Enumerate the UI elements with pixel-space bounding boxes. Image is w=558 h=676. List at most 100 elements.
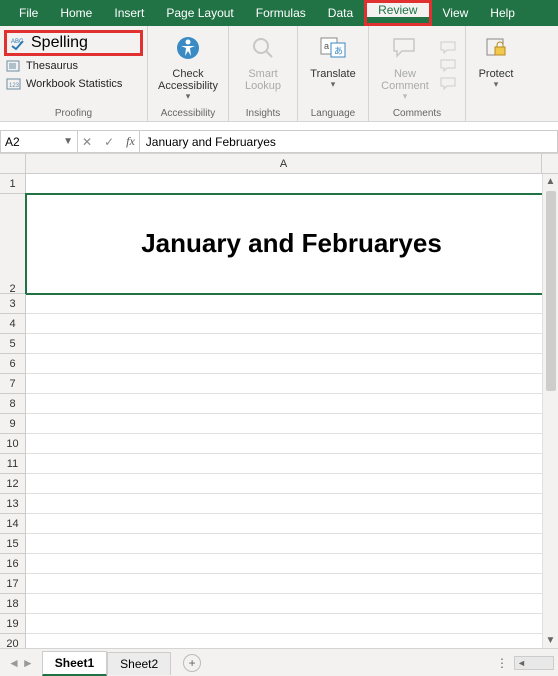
menu-page-layout[interactable]: Page Layout xyxy=(155,0,244,26)
cell-a3[interactable] xyxy=(26,294,558,314)
sheet-options-icon[interactable]: ⋮ xyxy=(490,656,514,670)
row-header-17[interactable]: 17 xyxy=(0,574,26,594)
name-box-value: A2 xyxy=(5,135,20,149)
cell-a16[interactable] xyxy=(26,554,558,574)
row-header-5[interactable]: 5 xyxy=(0,334,26,354)
sheet-tab-2[interactable]: Sheet2 xyxy=(107,652,171,675)
workbook-statistics-icon: 123 xyxy=(6,77,22,91)
column-header-a[interactable]: A xyxy=(26,154,542,174)
cell-a14[interactable] xyxy=(26,514,558,534)
row-header-20[interactable]: 20 xyxy=(0,634,26,648)
protect-button[interactable]: Protect ▾ xyxy=(470,28,522,89)
cell-a11[interactable] xyxy=(26,454,558,474)
menu-help[interactable]: Help xyxy=(479,0,526,26)
row-header-15[interactable]: 15 xyxy=(0,534,26,554)
scroll-thumb[interactable] xyxy=(546,191,556,391)
sheet-next-icon[interactable]: ► xyxy=(22,656,34,670)
horizontal-scrollbar[interactable]: ◄ xyxy=(514,656,554,670)
sheet-nav-arrows: ◄ ► xyxy=(0,656,42,670)
row-8: 8 xyxy=(0,394,558,414)
cell-a6[interactable] xyxy=(26,354,558,374)
cell-a15[interactable] xyxy=(26,534,558,554)
cell-a7[interactable] xyxy=(26,374,558,394)
fx-icon[interactable]: fx xyxy=(126,134,135,149)
row-header-19[interactable]: 19 xyxy=(0,614,26,634)
enter-formula-icon[interactable]: ✓ xyxy=(104,135,114,149)
menu-home[interactable]: Home xyxy=(49,0,103,26)
group-proofing: ABC Spelling Thesaurus 123 Workbook Stat… xyxy=(0,26,148,121)
translate-button[interactable]: aあ Translate ▾ xyxy=(302,28,364,89)
row-header-12[interactable]: 12 xyxy=(0,474,26,494)
workbook-statistics-button[interactable]: 123 Workbook Statistics xyxy=(4,76,143,92)
svg-text:あ: あ xyxy=(334,46,343,56)
select-all-corner[interactable] xyxy=(0,154,26,174)
cancel-formula-icon[interactable]: ✕ xyxy=(82,135,92,149)
check-accessibility-button[interactable]: Check Accessibility ▾ xyxy=(152,28,224,101)
protect-icon xyxy=(480,32,512,64)
group-language: aあ Translate ▾ Language xyxy=(298,26,369,121)
cell-a2[interactable]: January and Februaryes xyxy=(26,194,558,294)
cell-a10[interactable] xyxy=(26,434,558,454)
row-header-16[interactable]: 16 xyxy=(0,554,26,574)
menu-insert[interactable]: Insert xyxy=(103,0,155,26)
menu-data[interactable]: Data xyxy=(317,0,364,26)
scroll-left-icon[interactable]: ◄ xyxy=(515,658,528,668)
spelling-button[interactable]: ABC Spelling xyxy=(7,33,140,53)
scroll-down-icon[interactable]: ▼ xyxy=(544,633,558,648)
cell-a19[interactable] xyxy=(26,614,558,634)
row-header-1[interactable]: 1 xyxy=(0,174,26,194)
cell-a8[interactable] xyxy=(26,394,558,414)
row-header-7[interactable]: 7 xyxy=(0,374,26,394)
group-insights: Smart Lookup Insights xyxy=(229,26,298,121)
menu-file[interactable]: File xyxy=(8,0,49,26)
row-10: 10 xyxy=(0,434,558,454)
cell-a12[interactable] xyxy=(26,474,558,494)
next-comment-icon[interactable] xyxy=(439,58,459,72)
row-header-3[interactable]: 3 xyxy=(0,294,26,314)
thesaurus-button[interactable]: Thesaurus xyxy=(4,58,143,74)
menu-view[interactable]: View xyxy=(432,0,480,26)
row-13: 13 xyxy=(0,494,558,514)
cell-a13[interactable] xyxy=(26,494,558,514)
prev-comment-icon[interactable] xyxy=(439,40,459,54)
row-header-11[interactable]: 11 xyxy=(0,454,26,474)
thesaurus-label: Thesaurus xyxy=(26,60,78,72)
row-15: 15 xyxy=(0,534,558,554)
row-header-8[interactable]: 8 xyxy=(0,394,26,414)
group-insights-title: Insights xyxy=(233,106,293,121)
formula-bar-input[interactable]: January and Februaryes xyxy=(140,130,558,153)
row-7: 7 xyxy=(0,374,558,394)
smart-lookup-button[interactable]: Smart Lookup xyxy=(233,28,293,92)
cell-a17[interactable] xyxy=(26,574,558,594)
row-header-13[interactable]: 13 xyxy=(0,494,26,514)
sheet-prev-icon[interactable]: ◄ xyxy=(8,656,20,670)
chevron-down-icon[interactable]: ▼ xyxy=(63,136,73,147)
formula-buttons: ✕ ✓ fx xyxy=(78,130,140,153)
row-header-2[interactable]: 2 xyxy=(0,194,26,294)
show-comments-icon[interactable] xyxy=(439,76,459,90)
row-6: 6 xyxy=(0,354,558,374)
menu-review[interactable]: Review xyxy=(367,3,428,17)
add-sheet-button[interactable]: + xyxy=(183,654,201,672)
cell-a1[interactable] xyxy=(26,174,558,194)
row-header-4[interactable]: 4 xyxy=(0,314,26,334)
scroll-up-icon[interactable]: ▲ xyxy=(544,174,558,189)
new-comment-button[interactable]: New Comment ▾ xyxy=(373,28,437,101)
menu-bar: File Home Insert Page Layout Formulas Da… xyxy=(0,0,558,26)
row-19: 19 xyxy=(0,614,558,634)
row-header-14[interactable]: 14 xyxy=(0,514,26,534)
sheet-tab-1[interactable]: Sheet1 xyxy=(42,651,107,676)
menu-formulas[interactable]: Formulas xyxy=(245,0,317,26)
cell-a18[interactable] xyxy=(26,594,558,614)
cell-a5[interactable] xyxy=(26,334,558,354)
row-header-10[interactable]: 10 xyxy=(0,434,26,454)
row-20: 20 xyxy=(0,634,558,648)
cell-a9[interactable] xyxy=(26,414,558,434)
row-header-9[interactable]: 9 xyxy=(0,414,26,434)
cell-a4[interactable] xyxy=(26,314,558,334)
row-header-18[interactable]: 18 xyxy=(0,594,26,614)
cell-a20[interactable] xyxy=(26,634,558,648)
row-header-6[interactable]: 6 xyxy=(0,354,26,374)
vertical-scrollbar[interactable]: ▲ ▼ xyxy=(542,174,558,648)
name-box[interactable]: A2 ▼ xyxy=(0,130,78,153)
